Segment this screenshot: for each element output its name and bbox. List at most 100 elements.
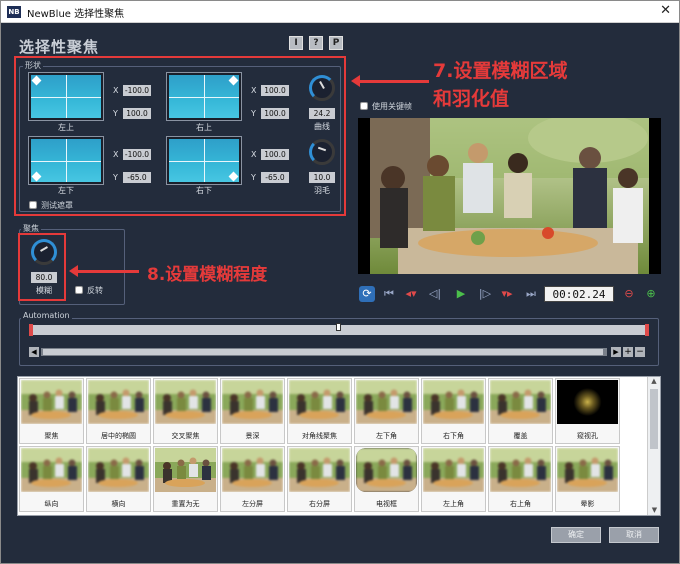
keyframe-marker-start[interactable] — [29, 324, 33, 336]
highlight-box-shape — [14, 56, 346, 216]
preset-label: 对角线聚焦 — [302, 432, 337, 440]
dialog-window: NB NewBlue 选择性聚焦 ✕ 选择性聚焦 I ? P 形状 左上 X -… — [0, 0, 680, 564]
ok-button[interactable]: 确定 — [551, 527, 601, 543]
preset-label: 左上角 — [443, 500, 464, 508]
preset-thumbnail[interactable]: 聚焦 — [19, 378, 84, 444]
preset-label: 纵向 — [44, 500, 59, 508]
preset-label: 居中的椭圆 — [101, 432, 136, 440]
preset-thumbnail[interactable]: 交叉聚焦 — [153, 378, 218, 444]
scroll-down-icon[interactable]: ▼ — [648, 506, 661, 514]
page-title: 选择性聚焦 — [19, 38, 100, 56]
preset-label: 右上角 — [510, 500, 531, 508]
dialog-body: 选择性聚焦 I ? P 形状 左上 X -100.0 Y 100.0 右上 X … — [1, 24, 679, 563]
preset-preview-image — [557, 380, 618, 424]
preset-thumbnail[interactable]: 左分屏 — [220, 446, 285, 512]
preset-thumbnail[interactable]: 覆盖 — [488, 378, 553, 444]
preset-preview-image — [21, 448, 82, 492]
zoom-in-icon[interactable]: + — [623, 347, 633, 357]
preset-label: 电视框 — [376, 500, 397, 508]
highlight-box-blur — [18, 233, 66, 301]
preset-thumbnail[interactable]: 左下角 — [354, 378, 419, 444]
scroll-left-icon[interactable]: ◀ — [29, 347, 39, 357]
preset-thumbnail[interactable]: 景深 — [220, 378, 285, 444]
preset-thumbnail[interactable]: 窥视孔 — [555, 378, 620, 444]
annotation-step7-line1: 7.设置模糊区域 — [433, 60, 568, 82]
presets-scrollbar[interactable]: ▲ ▼ — [647, 377, 660, 515]
preset-label: 覆盖 — [513, 432, 528, 440]
go-end-icon[interactable]: ⏭ — [523, 286, 539, 302]
presets-button[interactable]: P — [329, 36, 343, 50]
title-bar: NB NewBlue 选择性聚焦 ✕ — [1, 1, 679, 23]
preset-label: 重置为无 — [171, 500, 200, 508]
info-button[interactable]: I — [289, 36, 303, 50]
annotation-step8: 8.设置模糊程度 — [147, 265, 268, 285]
preset-label: 窥视孔 — [577, 432, 598, 440]
preset-preview-image — [289, 448, 350, 492]
prev-keyframe-icon[interactable]: ◂▾ — [403, 286, 419, 302]
invert-label: 反转 — [87, 286, 103, 295]
automation-scrollbar-thumb[interactable] — [43, 349, 603, 355]
video-preview — [358, 118, 661, 274]
preset-preview-image — [356, 380, 417, 424]
step-back-icon[interactable]: ◁| — [427, 286, 443, 302]
preset-preview-image — [21, 380, 82, 424]
use-keyframes-label: 使用关键帧 — [372, 102, 412, 111]
preset-preview-image — [490, 380, 551, 424]
preset-thumbnail[interactable]: 重置为无 — [153, 446, 218, 512]
preset-thumbnail[interactable]: 对角线聚焦 — [287, 378, 352, 444]
timecode-display[interactable]: 00:02.24 — [544, 286, 614, 302]
preset-label: 右分屏 — [309, 500, 330, 508]
preset-preview-image — [155, 448, 216, 492]
add-keyframe-icon[interactable]: ⊕ — [643, 286, 659, 302]
scroll-right-icon[interactable]: ▶ — [611, 347, 621, 357]
automation-label: Automation — [21, 311, 72, 320]
delete-keyframe-icon[interactable]: ⊖ — [621, 286, 637, 302]
use-keyframes-checkbox[interactable] — [360, 102, 368, 110]
preset-label: 聚焦 — [44, 432, 59, 440]
next-keyframe-icon[interactable]: ▾▸ — [499, 286, 515, 302]
preset-preview-image — [88, 380, 149, 424]
presets-scrollbar-thumb[interactable] — [650, 389, 658, 449]
preset-preview-image — [289, 380, 350, 424]
play-icon[interactable]: ▶ — [453, 286, 469, 302]
preset-thumbnail[interactable]: 横向 — [86, 446, 151, 512]
keyframe-marker-end[interactable] — [645, 324, 649, 336]
preset-preview-image — [423, 448, 484, 492]
go-start-icon[interactable]: ⏮ — [381, 286, 397, 302]
zoom-out-icon[interactable]: − — [635, 347, 645, 357]
preset-thumbnail[interactable]: 右下角 — [421, 378, 486, 444]
preset-label: 左下角 — [376, 432, 397, 440]
preset-preview-image — [490, 448, 551, 492]
preset-thumbnail[interactable]: 右上角 — [488, 446, 553, 512]
preset-label: 横向 — [111, 500, 126, 508]
preset-thumbnail[interactable]: 居中的椭圆 — [86, 378, 151, 444]
preset-thumbnail[interactable]: 纵向 — [19, 446, 84, 512]
help-button[interactable]: ? — [309, 36, 323, 50]
scroll-up-icon[interactable]: ▲ — [648, 377, 660, 385]
close-icon[interactable]: ✕ — [660, 3, 671, 18]
preset-label: 右下角 — [443, 432, 464, 440]
preset-label: 晕影 — [580, 500, 595, 508]
cancel-button[interactable]: 取消 — [609, 527, 659, 543]
preset-thumbnail[interactable]: 电视框 — [354, 446, 419, 512]
preset-preview-image — [356, 448, 417, 492]
step-forward-icon[interactable]: |▷ — [477, 286, 493, 302]
preset-label: 景深 — [245, 432, 260, 440]
preset-thumbnail[interactable]: 右分屏 — [287, 446, 352, 512]
annotation-step7-line2: 和羽化值 — [433, 88, 510, 110]
preset-preview-image — [557, 448, 618, 492]
preset-preview-image — [155, 380, 216, 424]
preset-preview-image — [88, 448, 149, 492]
annotation-arrow-blur — [69, 265, 139, 277]
preset-label: 交叉聚焦 — [171, 432, 200, 440]
preset-thumbnail[interactable]: 晕影 — [555, 446, 620, 512]
preset-preview-image — [423, 380, 484, 424]
preset-preview-image — [222, 448, 283, 492]
playhead-marker[interactable] — [336, 323, 341, 331]
preset-thumbnail[interactable]: 左上角 — [421, 446, 486, 512]
loop-icon[interactable]: ⟳ — [359, 286, 375, 302]
annotation-arrow-shape — [351, 75, 429, 87]
invert-checkbox[interactable] — [75, 286, 83, 294]
preset-preview-image — [222, 380, 283, 424]
window-title: NewBlue 选择性聚焦 — [27, 9, 125, 20]
